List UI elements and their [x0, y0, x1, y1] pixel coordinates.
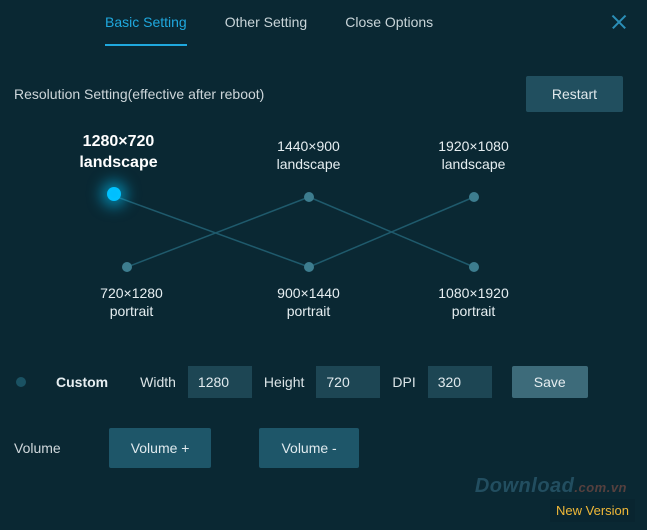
height-input[interactable] [316, 366, 380, 398]
resolution-header: Resolution Setting(effective after reboo… [0, 46, 647, 112]
volume-label: Volume [14, 440, 61, 456]
save-button[interactable]: Save [512, 366, 588, 398]
custom-resolution-row: Custom Width Height DPI Save [0, 332, 647, 398]
tab-other-setting[interactable]: Other Setting [225, 14, 308, 46]
width-label: Width [140, 374, 176, 390]
dpi-input[interactable] [428, 366, 492, 398]
resolution-node-selected[interactable] [107, 187, 121, 201]
tabs-bar: Basic Setting Other Setting Close Option… [0, 0, 647, 46]
watermark: Download.com.vn [475, 475, 627, 498]
volume-minus-button[interactable]: Volume - [259, 428, 358, 468]
volume-plus-button[interactable]: Volume + [109, 428, 212, 468]
resolution-node[interactable] [469, 262, 479, 272]
resolution-lines [64, 132, 584, 332]
width-input[interactable] [188, 366, 252, 398]
resolution-node[interactable] [304, 262, 314, 272]
restart-button[interactable]: Restart [526, 76, 623, 112]
height-label: Height [264, 374, 304, 390]
tab-close-options[interactable]: Close Options [345, 14, 433, 46]
volume-row: Volume Volume + Volume - [0, 398, 647, 468]
resolution-node[interactable] [304, 192, 314, 202]
resolution-node[interactable] [469, 192, 479, 202]
resolution-node[interactable] [122, 262, 132, 272]
tab-basic-setting[interactable]: Basic Setting [105, 14, 187, 46]
resolution-section-label: Resolution Setting(effective after reboo… [14, 86, 264, 102]
custom-radio[interactable] [16, 377, 26, 387]
new-version-link[interactable]: New Version [550, 499, 635, 522]
watermark-ext: .com.vn [574, 480, 627, 495]
custom-label: Custom [56, 374, 108, 390]
watermark-text: Download [475, 475, 575, 497]
resolution-graph: 1280×720 landscape 1440×900 landscape 19… [64, 132, 584, 332]
close-icon[interactable] [609, 12, 629, 32]
dpi-label: DPI [392, 374, 415, 390]
